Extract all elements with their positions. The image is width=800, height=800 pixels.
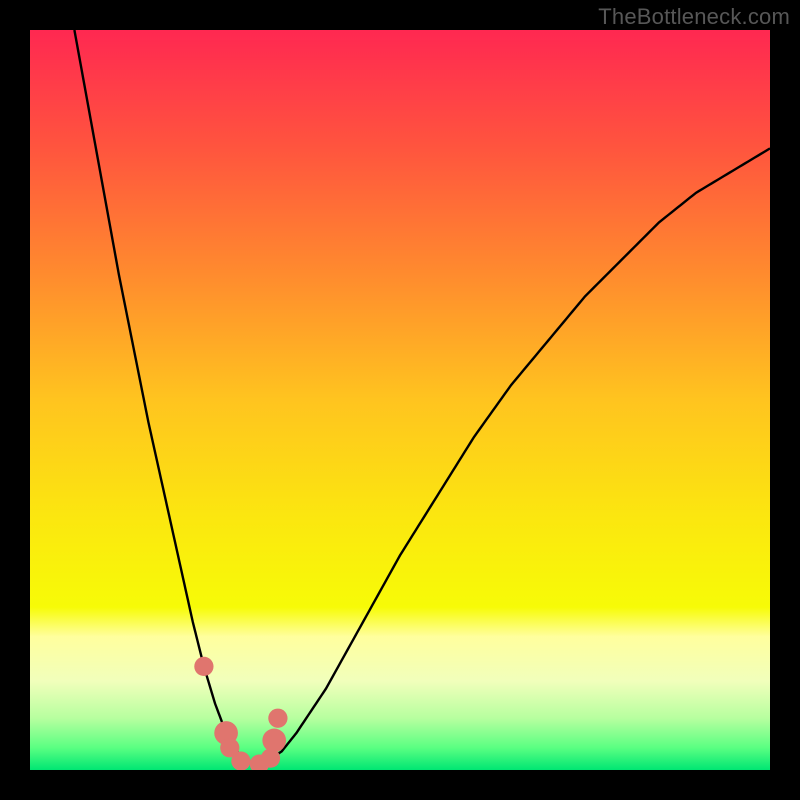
curve-marker — [268, 709, 287, 728]
bottleneck-curve — [74, 30, 770, 764]
curve-markers — [194, 657, 287, 770]
watermark-text: TheBottleneck.com — [598, 4, 790, 30]
plot-area — [30, 30, 770, 770]
curve-marker — [231, 752, 250, 771]
curve-marker — [262, 729, 286, 753]
curve-marker — [194, 657, 213, 676]
chart-svg — [30, 30, 770, 770]
